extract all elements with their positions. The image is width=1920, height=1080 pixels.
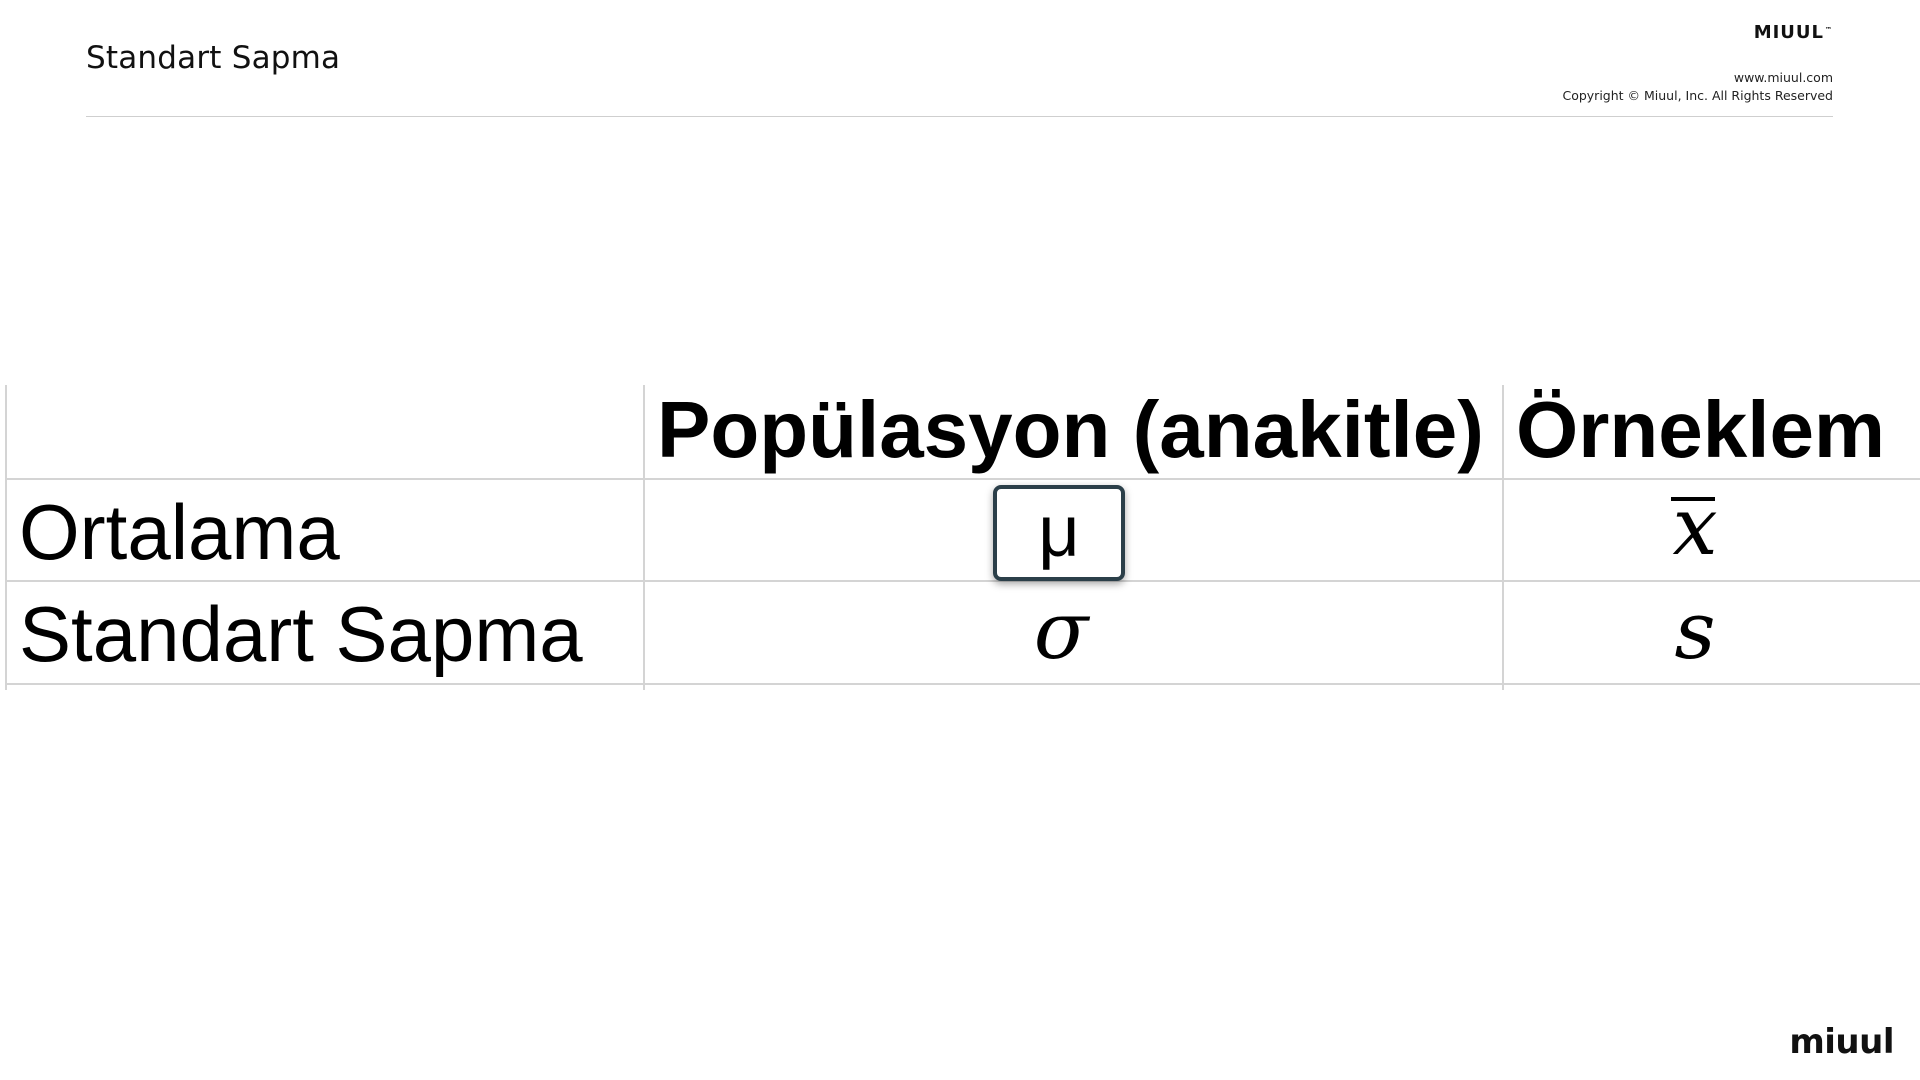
population-std-dev-symbol: σ	[1033, 584, 1089, 677]
column-header-sample: Örneklem	[1516, 385, 1886, 474]
copyright-notice: Copyright © Miuul, Inc. All Rights Reser…	[1562, 88, 1833, 103]
trademark-mark: ™	[1825, 26, 1833, 34]
website-url: www.miuul.com	[1733, 70, 1833, 85]
header-divider	[86, 116, 1833, 117]
table-column-divider-1	[643, 385, 645, 690]
sample-mean-symbol: x	[1672, 480, 1718, 573]
brand-wordmark: MIUUL™	[1754, 22, 1833, 43]
sample-std-dev-symbol: s	[1674, 584, 1716, 677]
brand-name: MIUUL	[1753, 22, 1824, 43]
symbol-table: Popülasyon (anakitle) Örneklem Ortalama …	[5, 385, 1920, 690]
population-mean-symbol: μ	[1038, 492, 1080, 572]
slide-title: Standart Sapma	[86, 40, 341, 76]
slide: Standart Sapma MIUUL™ www.miuul.com Copy…	[0, 0, 1920, 1080]
table-left-border	[5, 385, 7, 690]
row-label-std-dev: Standart Sapma	[19, 590, 583, 678]
table-row-divider-1	[5, 478, 1920, 480]
table-column-divider-2	[1502, 385, 1504, 690]
footer-logo: miuul	[1789, 1022, 1894, 1062]
row-label-mean: Ortalama	[19, 488, 340, 576]
column-header-population: Popülasyon (anakitle)	[657, 385, 1484, 474]
